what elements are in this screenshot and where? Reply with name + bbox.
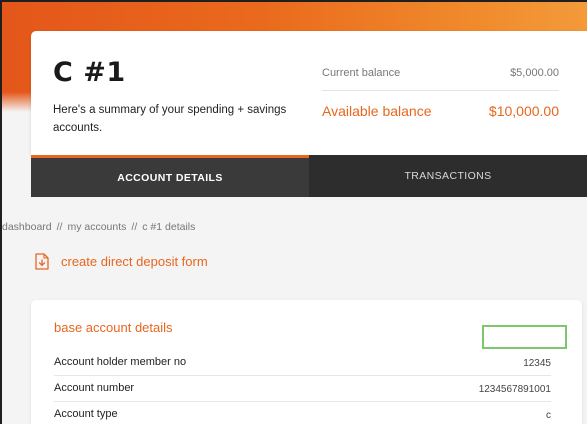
breadcrumb-current-page: c #1 details — [142, 221, 196, 233]
detail-label: Account number — [54, 382, 135, 394]
window-frame-top — [0, 0, 587, 2]
detail-label: Account type — [54, 408, 118, 420]
detail-label: Account holder member no — [54, 356, 187, 368]
detail-value: 12345 — [523, 358, 551, 369]
details-section-title: base account details — [54, 320, 173, 335]
download-document-icon — [35, 252, 49, 270]
tab-account-details[interactable]: ACCOUNT DETAILS — [31, 155, 309, 197]
breadcrumb-my-accounts[interactable]: my accounts — [67, 221, 126, 233]
breadcrumb-separator: // — [131, 221, 138, 233]
details-highlight-box[interactable] — [482, 325, 567, 349]
detail-row: Account number 1234567891001 — [54, 378, 551, 402]
account-details-card: base account details Account holder memb… — [31, 300, 582, 424]
breadcrumb: dashboard // my accounts // c #1 details — [2, 221, 195, 233]
window-frame-left — [0, 0, 2, 424]
account-summary-card: C #1 Here's a summary of your spending +… — [31, 31, 587, 155]
account-tabs: ACCOUNT DETAILS TRANSACTIONS — [31, 155, 587, 197]
detail-row: Account type c — [54, 404, 551, 424]
create-direct-deposit-link[interactable]: create direct deposit form — [35, 251, 208, 271]
current-balance-row: Current balance $5,000.00 — [322, 67, 559, 91]
account-title: C #1 — [53, 57, 126, 88]
account-description: Here's a summary of your spending + savi… — [53, 104, 287, 134]
create-direct-deposit-label: create direct deposit form — [61, 253, 208, 269]
breadcrumb-separator: // — [56, 221, 63, 233]
current-balance-label: Current balance — [322, 67, 401, 79]
available-balance-value: $10,000.00 — [488, 103, 559, 119]
detail-value: c — [546, 410, 551, 421]
available-balance-label: Available balance — [322, 103, 432, 119]
current-balance-value: $5,000.00 — [510, 67, 559, 79]
tab-transactions[interactable]: TRANSACTIONS — [309, 155, 587, 197]
breadcrumb-dashboard[interactable]: dashboard — [2, 221, 52, 233]
detail-value: 1234567891001 — [478, 384, 551, 395]
detail-row: Account holder member no 12345 — [54, 352, 551, 376]
